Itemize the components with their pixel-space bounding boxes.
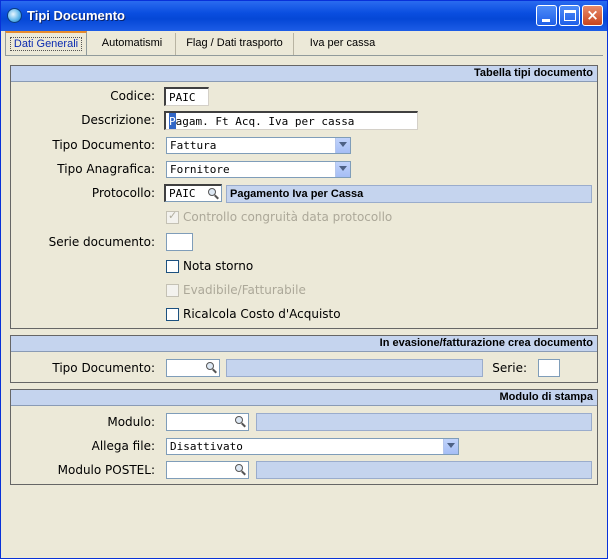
tipi-documento-window: Tipi Documento × Dati Generali Automatis… (0, 0, 608, 559)
evasione-serie-label: Serie: (492, 361, 527, 375)
text-selection: P (169, 113, 176, 129)
evasione-tipo-documento-label: Tipo Documento: (52, 361, 155, 375)
modulo-postel-lookup[interactable] (166, 461, 249, 479)
magnifier-icon[interactable] (207, 188, 219, 200)
window-title: Tipi Documento (27, 8, 125, 23)
modulo-lookup[interactable] (166, 413, 249, 431)
close-button[interactable]: × (582, 5, 603, 26)
descrizione-text: agam. Ft Acq. Iva per cassa (175, 115, 355, 128)
panel-header: Modulo di stampa (11, 390, 597, 406)
checkmark-icon: ✓ (168, 209, 178, 222)
tipo-documento-value: Fattura (170, 139, 217, 152)
tab-iva-per-cassa[interactable]: Iva per cassa (294, 33, 391, 55)
panel-header: Tabella tipi documento (11, 66, 597, 82)
ricalcola-costo-label: Ricalcola Costo d'Acquisto (183, 307, 341, 321)
modulo-postel-label: Modulo POSTEL: (57, 463, 155, 477)
modulo-label: Modulo: (107, 415, 155, 429)
tipo-anagrafica-label: Tipo Anagrafica: (57, 162, 155, 176)
tipo-documento-select[interactable]: Fattura (166, 137, 351, 154)
protocollo-label: Protocollo: (91, 186, 155, 200)
evadibile-label: Evadibile/Fatturabile (183, 283, 306, 297)
tab-strip: Dati Generali Automatismi Flag / Dati tr… (5, 31, 603, 56)
evasione-serie-input[interactable] (538, 359, 560, 377)
serie-documento-label: Serie documento: (48, 235, 155, 249)
evadibile-checkbox[interactable] (166, 284, 179, 297)
minimize-button[interactable] (536, 5, 557, 26)
tipo-anagrafica-select[interactable]: Fornitore (166, 161, 351, 178)
magnifier-icon[interactable] (234, 416, 246, 428)
allega-file-label: Allega file: (91, 439, 155, 453)
maximize-icon (564, 10, 576, 21)
chevron-down-icon[interactable] (335, 162, 350, 177)
modulo-description (256, 413, 592, 431)
allega-file-select[interactable]: Disattivato (166, 438, 459, 455)
tipo-documento-label: Tipo Documento: (52, 138, 155, 152)
tab-divider (5, 55, 603, 56)
nota-storno-checkbox[interactable] (166, 260, 179, 273)
controllo-congruita-checkbox[interactable]: ✓ (166, 209, 179, 224)
ricalcola-costo-checkbox[interactable] (166, 308, 179, 321)
evasione-tipo-documento-description (226, 359, 483, 377)
allega-file-value: Disattivato (170, 440, 243, 453)
tab-label: Dati Generali (9, 37, 83, 51)
controllo-congruita-label: Controllo congruità data protocollo (183, 210, 393, 224)
nota-storno-label: Nota storno (183, 259, 254, 273)
modulo-postel-description (256, 461, 592, 479)
close-icon: × (586, 6, 599, 24)
protocollo-lookup[interactable]: PAIC (164, 184, 222, 202)
codice-input[interactable]: PAIC (164, 87, 209, 106)
tab-dati-generali[interactable]: Dati Generali (5, 31, 87, 56)
serie-documento-input[interactable] (166, 233, 193, 251)
document-icon (7, 8, 22, 23)
descrizione-label: Descrizione: (81, 113, 155, 127)
protocollo-value: PAIC (169, 187, 196, 200)
tipo-anagrafica-value: Fornitore (170, 163, 230, 176)
title-bar[interactable]: Tipi Documento × (1, 1, 607, 31)
tab-automatismi[interactable]: Automatismi (89, 33, 176, 55)
chevron-down-icon[interactable] (335, 138, 350, 153)
codice-label: Codice: (110, 89, 155, 103)
magnifier-icon[interactable] (234, 464, 246, 476)
minimize-icon (542, 19, 550, 22)
protocollo-description: Pagamento Iva per Cassa (226, 185, 592, 203)
chevron-down-icon[interactable] (443, 439, 458, 454)
descrizione-input[interactable]: Pagam. Ft Acq. Iva per cassa (164, 111, 418, 130)
maximize-button[interactable] (559, 5, 580, 26)
evasione-tipo-documento-lookup[interactable] (166, 359, 220, 377)
panel-header: In evasione/fatturazione crea documento (11, 336, 597, 352)
tab-flag-dati-trasporto[interactable]: Flag / Dati trasporto (176, 33, 294, 55)
magnifier-icon[interactable] (205, 362, 217, 374)
